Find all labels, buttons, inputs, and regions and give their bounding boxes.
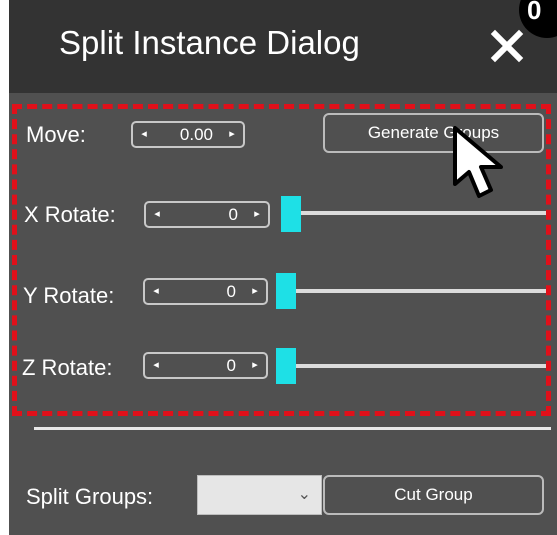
dialog-title: Split Instance Dialog bbox=[59, 24, 360, 61]
mouse-pointer-icon bbox=[453, 126, 513, 206]
close-button[interactable] bbox=[487, 26, 527, 66]
chevron-down-icon: ⌄ bbox=[297, 486, 311, 503]
section-divider bbox=[34, 427, 551, 430]
split-groups-label: Split Groups: bbox=[26, 484, 154, 509]
dialog-titlebar: Split Instance Dialog bbox=[9, 0, 557, 93]
cut-group-button[interactable]: Cut Group bbox=[323, 475, 544, 515]
split-groups-dropdown[interactable]: ⌄ bbox=[197, 475, 322, 515]
close-icon bbox=[490, 29, 524, 63]
